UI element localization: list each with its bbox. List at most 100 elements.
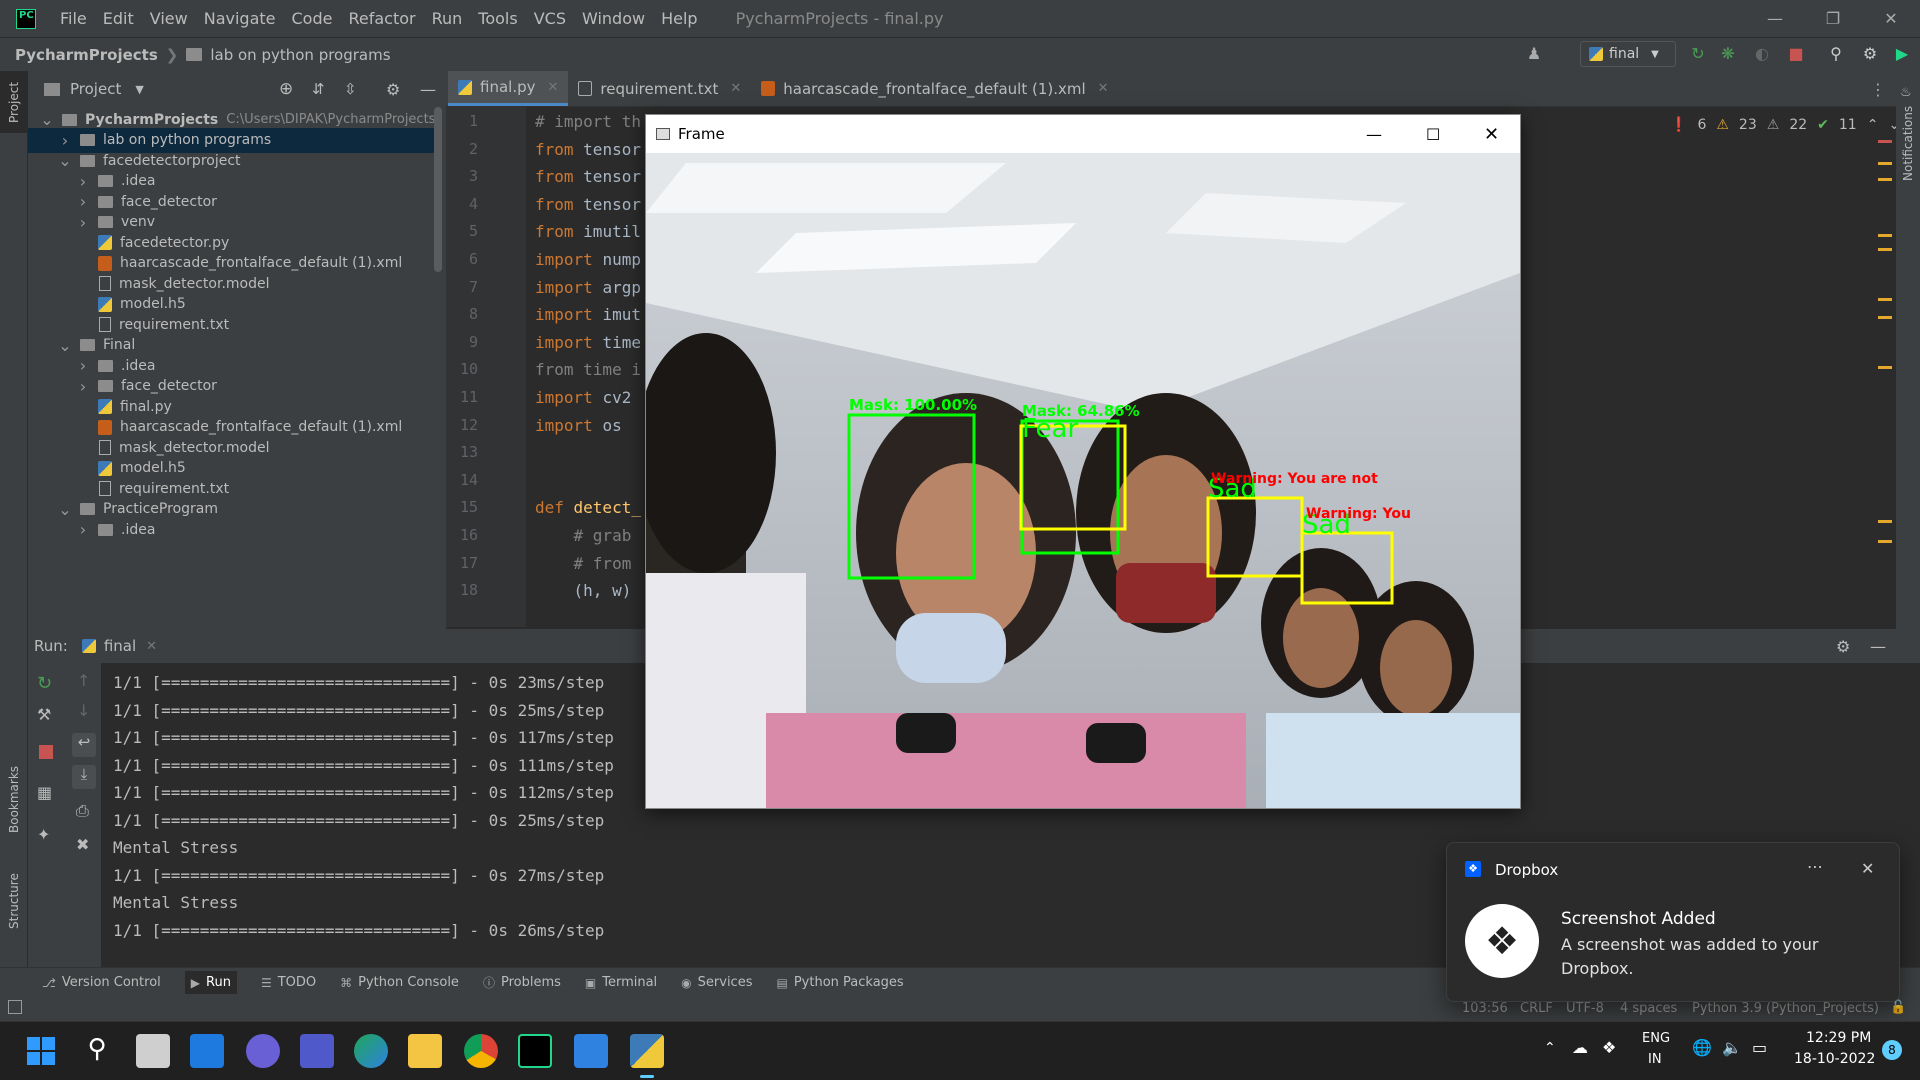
menu-item-run[interactable]: Run [424,9,471,28]
jetbrains-icon[interactable]: ▶ [1892,44,1912,64]
breadcrumb-root[interactable]: PycharmProjects [15,46,158,64]
gear-icon[interactable]: ⚙ [1836,637,1850,656]
chrome-icon[interactable] [464,1034,498,1068]
wrench-icon[interactable]: ⚒ [37,705,51,724]
chevron-down-icon[interactable]: ⌄ [58,151,72,170]
hide-panel-icon[interactable]: — [1870,637,1886,656]
python-taskbar-icon[interactable] [630,1034,664,1068]
tool-window-python-console[interactable]: ⌘ Python Console [340,975,459,990]
layout-toggle-icon[interactable] [8,1000,22,1014]
soft-wrap-icon[interactable]: ↩ [72,733,96,757]
photos-icon[interactable] [574,1034,608,1068]
menu-item-window[interactable]: Window [574,9,653,28]
dropbox-tray-icon[interactable]: ❖ [1602,1038,1616,1057]
editor-tab[interactable]: requirement.txt ✕ [568,71,751,106]
menu-item-navigate[interactable]: Navigate [196,9,284,28]
language-primary[interactable]: ENG [1642,1031,1670,1046]
collapse-all-icon[interactable]: ⇳ [344,80,357,98]
chevron-right-icon[interactable]: › [76,377,90,396]
tool-window-run[interactable]: ▶ Run [184,971,237,994]
close-icon[interactable]: ✕ [1862,9,1920,28]
trash-icon[interactable]: ✖ [76,835,89,854]
indent-setting[interactable]: 4 spaces [1620,1001,1677,1016]
chevron-right-icon[interactable]: › [76,213,90,232]
user-icon[interactable]: ♟ [1524,44,1544,64]
maximize-icon[interactable]: ☐ [1426,125,1440,144]
notifications-tool-tab[interactable]: Notifications [1901,106,1915,181]
chat-icon[interactable] [246,1034,280,1068]
chevron-right-icon[interactable]: › [76,356,90,375]
arrow-up-icon[interactable]: ↑ [77,671,90,690]
menu-item-tools[interactable]: Tools [470,9,525,28]
inspection-widget[interactable]: ❗ 6 ⚠ 23 ⚠ 22 ✔ 11 ⌃ ⌄ [1670,115,1900,135]
profile-icon[interactable]: ◐ [1752,44,1772,64]
volume-icon[interactable]: 🔈 [1722,1038,1742,1057]
menu-item-file[interactable]: File [52,9,95,28]
gear-icon[interactable]: ⚙ [1860,44,1880,64]
bookmarks-tool-tab[interactable]: Bookmarks [7,766,21,833]
menu-item-vcs[interactable]: VCS [526,9,574,28]
python-interpreter[interactable]: Python 3.9 (Python_Projects) [1692,1001,1879,1016]
edge-icon[interactable] [354,1034,388,1068]
expand-all-icon[interactable]: ⇵ [312,80,325,98]
debug-icon[interactable]: ❋ [1718,44,1738,64]
project-tool-tab[interactable]: Project [7,82,21,123]
battery-icon[interactable]: ▭ [1752,1038,1767,1057]
stop-icon[interactable] [39,745,53,759]
menu-item-code[interactable]: Code [284,9,341,28]
pycharm-taskbar-icon[interactable] [518,1034,552,1068]
task-view-icon[interactable] [136,1034,170,1068]
search-icon[interactable]: ⚲ [80,1034,114,1068]
breadcrumb-folder[interactable]: lab on python programs [210,46,390,64]
project-panel-title[interactable]: Project [70,80,121,98]
error-stripe[interactable] [1878,140,1892,560]
arrow-down-icon[interactable]: ↓ [77,701,90,720]
clock-time[interactable]: 12:29 PM [1806,1030,1871,1046]
chevron-up-icon[interactable]: ⌃ [1544,1040,1556,1056]
rerun-icon[interactable]: ↻ [1688,44,1708,64]
project-scrollbar[interactable] [434,107,442,272]
chevron-down-icon[interactable]: ⌄ [58,336,72,355]
editor-tab[interactable]: final.py ✕ [448,71,569,106]
pin-icon[interactable]: ✦ [37,825,50,844]
run-config-selector[interactable]: final ▼ [1580,41,1676,67]
chevron-down-icon[interactable]: ⌄ [58,500,72,519]
dropbox-notification[interactable]: ❖ Dropbox ⋯ ✕ ❖ Screenshot Added A scree… [1446,842,1900,1002]
network-icon[interactable]: 🌐 [1692,1038,1712,1057]
print-icon[interactable]: ⎙ [76,801,89,821]
menu-item-view[interactable]: View [142,9,196,28]
gear-icon[interactable]: ⚙ [386,80,400,99]
stop-icon[interactable]: ■ [1786,44,1806,64]
close-icon[interactable]: ✕ [730,81,741,96]
tool-window-python-packages[interactable]: ▤ Python Packages [776,975,903,990]
restore-icon[interactable]: ❐ [1804,9,1862,28]
file-encoding[interactable]: UTF-8 [1566,1001,1604,1016]
chevron-right-icon[interactable]: › [76,192,90,211]
close-icon[interactable]: ✕ [547,80,558,95]
tool-window-services[interactable]: ◉ Services [681,975,752,990]
onedrive-icon[interactable]: ☁ [1572,1038,1588,1057]
close-icon[interactable]: ✕ [1861,859,1874,878]
close-icon[interactable]: ✕ [1098,81,1109,96]
tool-window-terminal[interactable]: ▣ Terminal [585,975,657,990]
menu-item-edit[interactable]: Edit [95,9,142,28]
minimize-icon[interactable]: — [1366,125,1382,144]
chevron-down-icon[interactable]: ⌄ [40,110,54,129]
rerun-icon[interactable]: ↻ [37,673,52,694]
frame-window[interactable]: Frame — ☐ ✕ Mask: 100.00% Mask: 64.86% F… [645,114,1521,809]
chevron-right-icon[interactable]: › [76,172,90,191]
structure-tool-tab[interactable]: Structure [7,873,21,929]
layout-icon[interactable]: ▦ [37,783,52,802]
chevron-up-icon[interactable]: ⌃ [1867,117,1879,133]
chevron-down-icon[interactable]: ▼ [135,83,143,96]
editor-tab[interactable]: haarcascade_frontalface_default (1).xml ✕ [751,71,1118,106]
notification-badge[interactable]: 8 [1882,1040,1902,1060]
more-options-icon[interactable]: ⋯ [1807,857,1823,876]
minimize-icon[interactable]: — [1746,9,1804,28]
close-icon[interactable]: ✕ [1484,124,1499,145]
menu-item-refactor[interactable]: Refactor [340,9,423,28]
chevron-right-icon[interactable]: › [58,131,72,150]
clock-date[interactable]: 18-10-2022 [1794,1051,1875,1067]
tool-window-version-control[interactable]: ⎇ Version Control [42,975,161,990]
locate-icon[interactable]: ⊕ [279,79,293,99]
